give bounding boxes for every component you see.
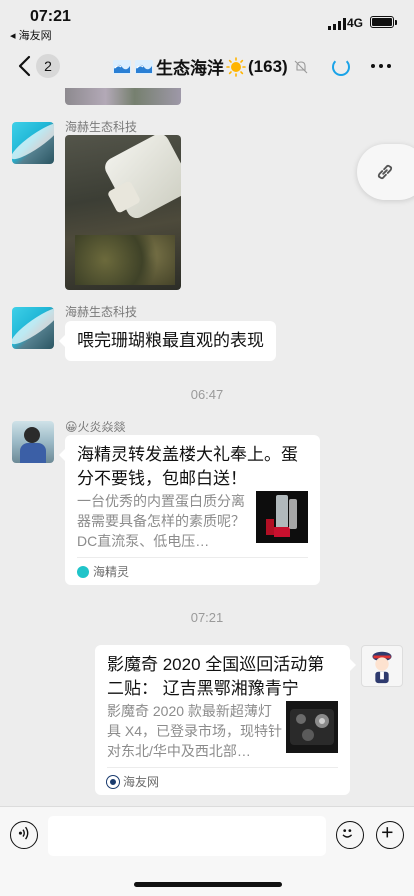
emoji-button[interactable] [336,821,364,849]
back-to-app-link[interactable]: ◂ 海友网 [10,27,52,43]
chat-header: 2 生态海洋 (163) [0,44,414,88]
back-chevron-icon[interactable] [16,54,36,78]
card-source-name: 海友网 [123,775,160,789]
unread-count-badge[interactable]: 2 [36,54,60,78]
status-bar: 07:21 ◂ 海友网 4G [0,0,414,44]
message-input[interactable] [48,816,326,856]
sender-name: 海赫生态科技 [65,120,138,134]
network-type: 4G [347,16,364,30]
signal-icon [328,18,346,30]
card-thumbnail [256,491,308,543]
wave-emoji-icon [135,59,153,74]
skimmer-thumbnail-icon [256,491,308,543]
card-thumbnail [286,701,338,753]
avatar[interactable] [12,307,54,349]
lamp-thumbnail-icon [286,701,338,753]
floating-link-button[interactable] [357,144,414,200]
link-card-message[interactable]: 海精灵转发盖楼大礼奉上。蛋分不要钱，包邮白送！ 一台优秀的内置蛋白质分离器需要具… [59,435,320,585]
emoji-icon [342,829,353,838]
sender-name: 😀火炎焱燚 [65,420,126,434]
more-functions-button[interactable] [376,821,404,849]
officer-avatar-icon [372,651,392,684]
card-source-name: 海精灵 [93,565,130,579]
source-icon [77,565,89,578]
card-title: 影魔奇 2020 全国巡回活动第二贴： 辽吉黑鄂湘豫青宁 [107,655,325,698]
card-source: 海友网 [107,767,338,795]
timestamp: 07:21 [190,610,224,625]
chat-title: 生态海洋 (163) [112,54,308,79]
more-icon[interactable] [371,64,391,68]
chat-message-list[interactable]: 海赫生态科技 海赫生态科技 喂完珊瑚粮最直观的表现 06:47 😀火炎焱燚 海精… [0,88,414,806]
battery-icon [370,16,397,28]
link-icon [377,164,393,180]
timestamp: 06:47 [190,387,224,402]
source-icon [107,775,119,788]
photo-content [101,135,181,222]
card-title: 海精灵转发盖楼大礼奉上。蛋分不要钱，包邮白送！ [77,445,298,488]
status-time: 07:21 [30,8,71,25]
card-description: 一台优秀的内置蛋白质分离器需要具备怎样的素质呢？DC直流泵、低电压… [77,493,245,549]
sun-emoji-icon [226,56,246,77]
loading-spinner-icon [332,58,350,76]
member-count: (163) [248,56,288,76]
text-message-bubble[interactable]: 喂完珊瑚粮最直观的表现 [59,321,276,361]
voice-icon [18,826,29,840]
image-message-partial[interactable] [65,88,181,105]
sender-name: 海赫生态科技 [65,305,138,319]
home-indicator[interactable] [134,882,282,887]
avatar[interactable] [12,122,54,164]
link-card-message[interactable]: 影魔奇 2020 全国巡回活动第二贴： 辽吉黑鄂湘豫青宁 影魔奇 2020 款最… [95,645,356,795]
avatar-self[interactable] [361,645,403,687]
card-source: 海精灵 [77,557,308,585]
plus-icon [382,827,393,838]
avatar[interactable] [12,421,54,463]
image-message[interactable] [65,135,181,290]
wave-emoji-icon [113,59,131,74]
voice-input-button[interactable] [10,821,38,849]
photo-content [75,235,175,285]
group-name: 生态海洋 [156,59,224,78]
mute-bell-icon [294,60,308,73]
card-description: 影魔奇 2020 款最新超薄灯具 X4，已登录市场，现特针对东北/华中及西北部… [107,703,283,759]
